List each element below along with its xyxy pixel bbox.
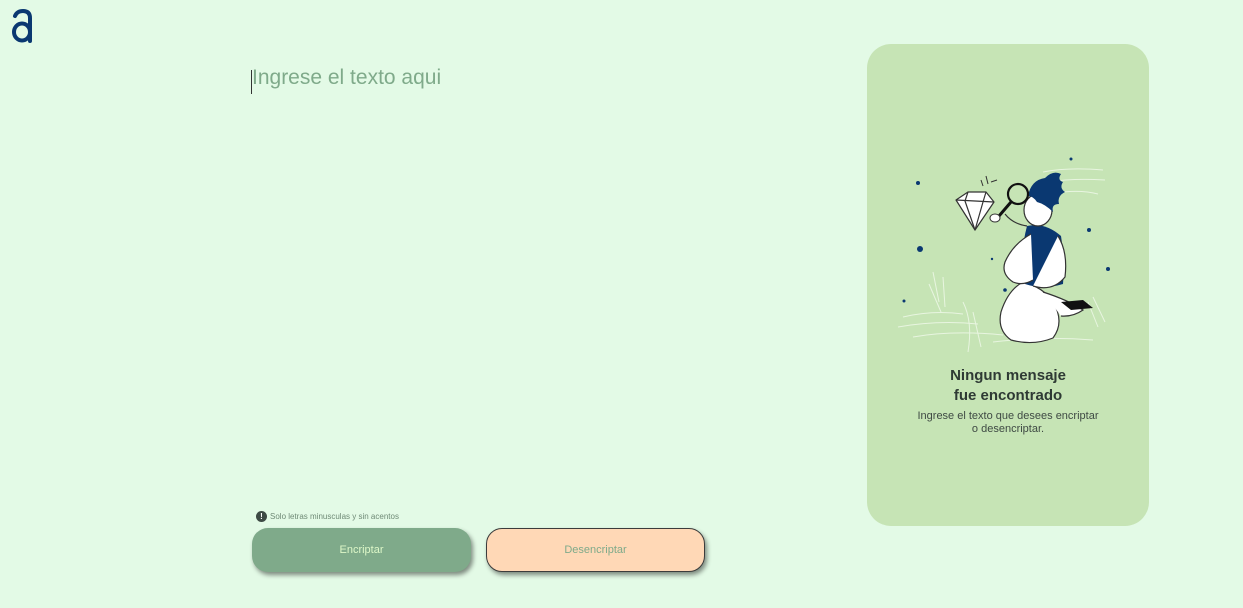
logo-icon — [12, 8, 32, 43]
decrypt-button[interactable]: Desencriptar — [486, 528, 705, 572]
text-cursor — [251, 70, 252, 94]
result-description: Ingrese el texto que desees encriptar o … — [867, 410, 1149, 436]
result-title: Ningun mensaje fue encontrado — [867, 366, 1149, 406]
page: ! Solo letras minusculas y sin acentos E… — [0, 0, 1243, 608]
result-title-line2: fue encontrado — [953, 387, 1063, 404]
result-panel: Ningun mensaje fue encontrado Ingrese el… — [867, 44, 1149, 526]
person-magnifier-illustration — [897, 157, 1110, 353]
result-title-line1: Ningun mensaje — [950, 367, 1066, 384]
hint-text: Solo letras minusculas y sin acentos — [270, 512, 399, 521]
text-input[interactable] — [250, 62, 810, 492]
encrypt-button[interactable]: Encriptar — [252, 528, 471, 572]
result-desc-line1: Ingrese el texto que desees encriptar — [917, 410, 1099, 422]
exclamation-circle-icon: ! — [256, 511, 267, 522]
result-desc-line2: o desencriptar. — [971, 423, 1045, 435]
input-hint: ! Solo letras minusculas y sin acentos — [256, 511, 399, 522]
